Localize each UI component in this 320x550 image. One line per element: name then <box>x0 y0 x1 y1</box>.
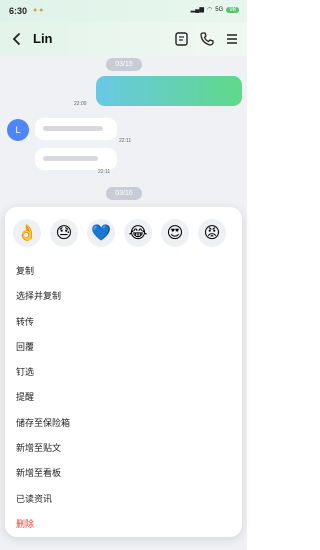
ok-hand-reaction-icon[interactable]: 👌 <box>13 219 41 247</box>
menu-item-add-board[interactable]: 新增至看板 <box>5 461 242 486</box>
chat-title: Lin <box>33 31 53 46</box>
menu-item-delete[interactable]: 删除 <box>5 512 242 537</box>
battery-icon: 98 <box>226 6 239 13</box>
heart-eyes-reaction-icon[interactable]: 😍 <box>161 219 189 247</box>
action-menu: 复制 选择并复制 转传 回覆 钉选 提醒 储存至保险箱 新增至贴文 新增至看板 … <box>5 259 242 537</box>
message-time: 22:09 <box>74 101 87 107</box>
menu-icon[interactable] <box>224 31 240 47</box>
menu-item-read-info[interactable]: 已读资讯 <box>5 487 242 512</box>
menu-item-pin[interactable]: 钉选 <box>5 360 242 385</box>
menu-item-add-post[interactable]: 新增至贴文 <box>5 436 242 461</box>
note-icon[interactable] <box>174 31 190 47</box>
message-action-sheet: 👌 😓 💙 😂 😍 😡 复制 选择并复制 转传 回覆 钉选 提醒 储存至保险箱 … <box>5 207 242 537</box>
status-time: 6:30 <box>9 6 28 16</box>
menu-item-forward[interactable]: 转传 <box>5 310 242 335</box>
message-time: 22:11 <box>119 138 132 144</box>
sweat-face-reaction-icon[interactable]: 😓 <box>50 219 78 247</box>
message-time: 22:11 <box>98 169 111 175</box>
menu-item-copy[interactable]: 复制 <box>5 259 242 284</box>
outgoing-message[interactable] <box>96 76 242 106</box>
angry-reaction-icon[interactable]: 😡 <box>198 219 226 247</box>
signal-icon: ▂▄▆ <box>190 7 205 13</box>
incoming-message[interactable] <box>35 118 117 140</box>
blue-heart-reaction-icon[interactable]: 💙 <box>87 219 115 247</box>
chat-header: Lin <box>0 22 247 56</box>
date-separator: 03/16 <box>106 187 142 200</box>
wifi-icon: ◠ <box>207 7 213 13</box>
laughing-reaction-icon[interactable]: 😂 <box>124 219 152 247</box>
menu-item-select-copy[interactable]: 选择并复制 <box>5 284 242 309</box>
phone-icon[interactable] <box>199 31 215 47</box>
menu-item-remind[interactable]: 提醒 <box>5 385 242 410</box>
avatar[interactable]: L <box>7 119 29 141</box>
status-indicators: ▂▄▆ ◠ 5G 98 <box>191 6 239 13</box>
date-separator: 03/15 <box>106 58 142 71</box>
status-bar: 6:30 ● ● ▂▄▆ ◠ 5G 98 <box>0 0 247 22</box>
notification-icon: ● ● <box>33 7 44 14</box>
back-arrow-icon[interactable] <box>9 31 25 47</box>
network-type: 5G <box>215 6 224 13</box>
menu-item-save-vault[interactable]: 储存至保险箱 <box>5 411 242 436</box>
reaction-bar: 👌 😓 💙 😂 😍 😡 <box>13 219 226 247</box>
incoming-message[interactable] <box>35 148 117 170</box>
menu-item-reply[interactable]: 回覆 <box>5 335 242 360</box>
